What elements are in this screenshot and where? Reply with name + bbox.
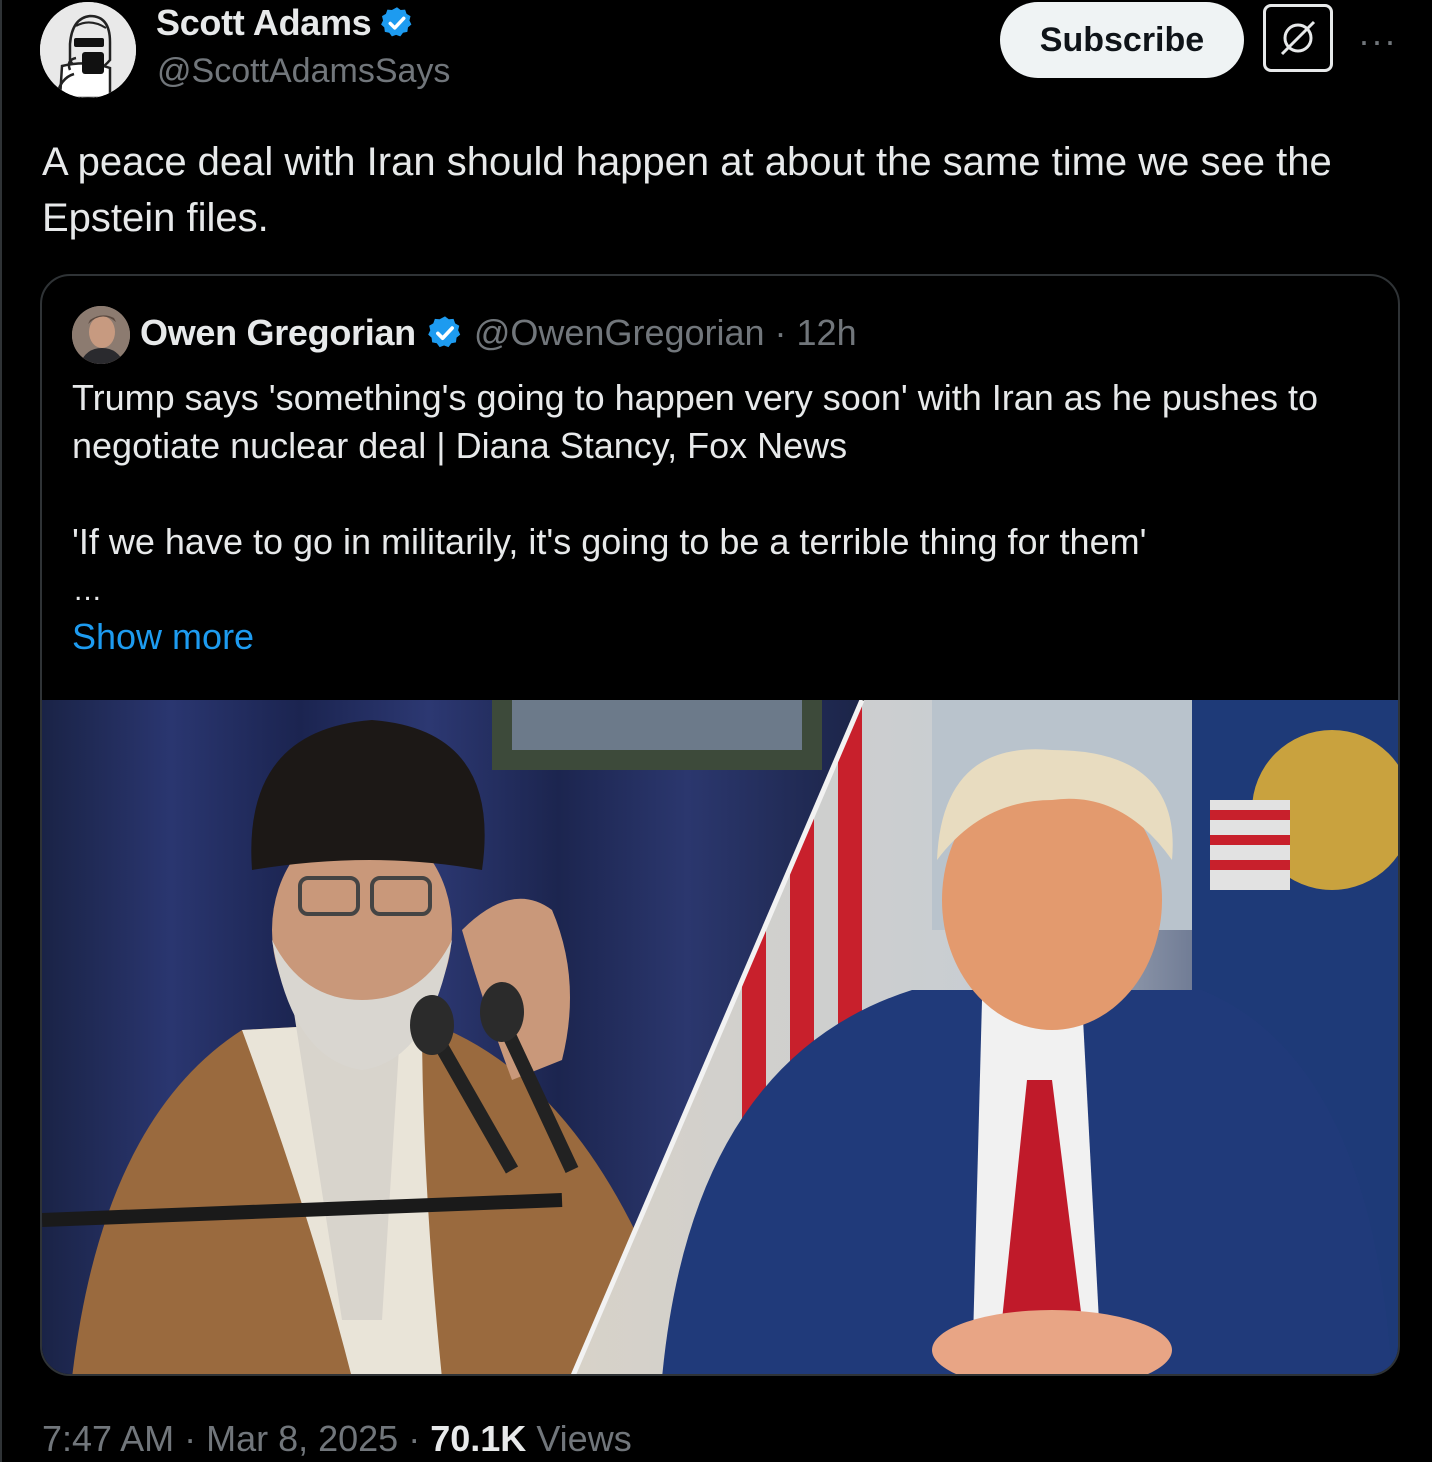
post-text: A peace deal with Iran should happen at … bbox=[42, 140, 1332, 240]
views-label: Views bbox=[536, 1418, 632, 1459]
subscribe-button[interactable]: Subscribe bbox=[1000, 2, 1244, 78]
avatar-photo-icon bbox=[72, 306, 130, 364]
author-handle[interactable]: @ScottAdamsSays bbox=[157, 52, 450, 91]
quoted-post-time[interactable]: 12h bbox=[797, 312, 857, 354]
author-avatar[interactable] bbox=[40, 2, 136, 98]
separator-dot: · bbox=[774, 312, 787, 353]
quoted-post[interactable]: Owen Gregorian @OwenGregorian · 12h Trum… bbox=[40, 274, 1400, 1376]
timeline-border bbox=[0, 0, 2, 1462]
post-time[interactable]: 7:47 AM bbox=[42, 1418, 174, 1460]
post-date[interactable]: Mar 8, 2025 bbox=[206, 1418, 398, 1460]
author-name-text[interactable]: Scott Adams bbox=[156, 2, 372, 44]
post-meta: 7:47 AM · Mar 8, 2025 · 70.1K Views bbox=[42, 1418, 632, 1460]
quoted-post-body: Trump says 'something's going to happen … bbox=[72, 374, 1372, 566]
views-count: 70.1K bbox=[430, 1418, 527, 1459]
quoted-author-handle[interactable]: @OwenGregorian bbox=[474, 312, 765, 354]
quoted-author-avatar[interactable] bbox=[72, 306, 130, 364]
avatar-illustration-icon bbox=[40, 2, 136, 98]
verified-badge-icon bbox=[381, 7, 412, 37]
truncation-ellipsis: ... bbox=[74, 574, 103, 607]
more-options-button[interactable]: ··· bbox=[1358, 20, 1397, 62]
quoted-post-header: Owen Gregorian @OwenGregorian · 12h bbox=[140, 312, 857, 354]
quoted-paragraph-2: 'If we have to go in militarily, it's go… bbox=[72, 521, 1147, 562]
verified-badge-icon bbox=[428, 316, 461, 348]
quoted-paragraph-1: Trump says 'something's going to happen … bbox=[72, 377, 1318, 466]
quoted-media-image[interactable] bbox=[42, 700, 1400, 1376]
separator-dot: · bbox=[408, 1418, 421, 1459]
separator-dot: · bbox=[184, 1418, 197, 1459]
grok-icon bbox=[1280, 20, 1316, 56]
quoted-author-name[interactable]: Owen Gregorian bbox=[140, 312, 416, 354]
grok-button[interactable] bbox=[1263, 4, 1333, 72]
show-more-link[interactable]: Show more bbox=[72, 616, 254, 658]
author-display-name[interactable]: Scott Adams bbox=[156, 2, 415, 44]
